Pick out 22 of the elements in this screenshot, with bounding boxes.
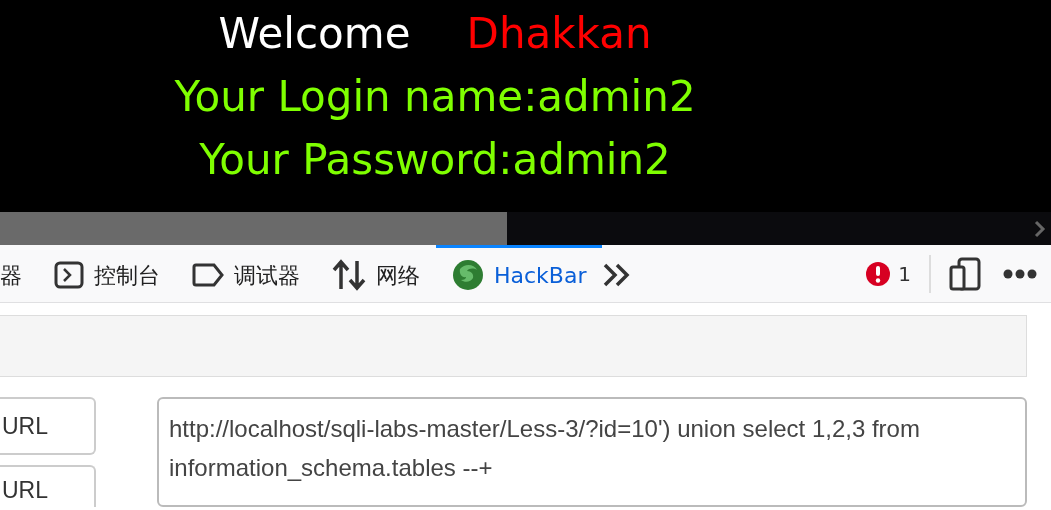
- tag-icon: [192, 263, 224, 287]
- up-down-arrows-icon: [332, 259, 366, 291]
- console-icon: [54, 261, 84, 289]
- devtools-tab[interactable]: 器: [0, 244, 38, 303]
- url-field[interactable]: http://localhost/sqli-labs-master/Less-3/?id=10') union select 1,2,3 from information_schema.tables --+: [157, 397, 1027, 507]
- welcome-text: Welcome: [218, 9, 411, 58]
- more-options-icon[interactable]: [1003, 268, 1037, 279]
- user-name: Dhakkan: [466, 9, 652, 58]
- hackbar-icon: [452, 259, 484, 291]
- devtools-tab[interactable]: 网络: [316, 244, 436, 303]
- devtools-tab[interactable]: 控制台: [38, 244, 176, 303]
- devtools-tab[interactable]: 调试器: [176, 244, 316, 303]
- url-button[interactable]: URL: [0, 465, 96, 507]
- scrollbar-thumb[interactable]: [0, 212, 507, 245]
- info-line: Your Login name:admin2: [174, 72, 696, 121]
- error-count: 1: [898, 260, 911, 288]
- devtools-tab[interactable]: HackBar: [436, 244, 603, 303]
- info-line: Your Password:admin2: [199, 135, 671, 184]
- scroll-right-icon[interactable]: [1034, 219, 1046, 238]
- responsive-design-icon[interactable]: [949, 256, 981, 291]
- url-button[interactable]: URL: [0, 397, 96, 455]
- error-icon: [866, 261, 891, 286]
